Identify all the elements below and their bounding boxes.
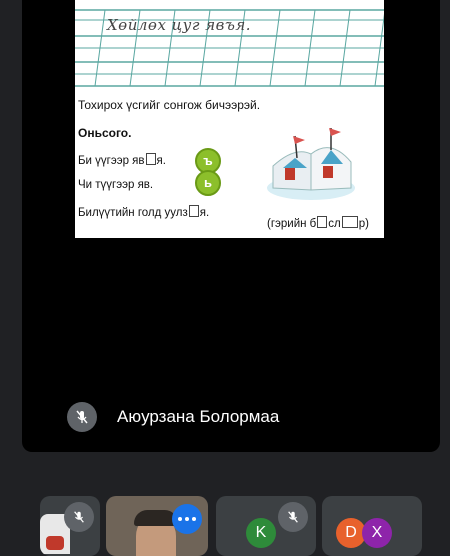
mic-off-icon [67,402,97,432]
participant-name: Аюурзана Болормаа [117,407,280,426]
letter-ball-soft-sign: ь [195,170,221,196]
main-video-tile[interactable]: Хөйлөх цуг явъя. Тохирох үсгийг сонгож б… [22,0,440,452]
ruled-lines [75,0,386,88]
participant-name-bar: Аюурзана Болормаа [67,402,279,432]
caption-start: (гэрийн б [267,218,317,230]
sentence-1-end: я. [156,155,166,167]
avatar: X [362,518,392,548]
participant-thumbnail[interactable]: D X [322,496,422,556]
sentence-3-end: я. [199,207,210,219]
participant-thumbnail[interactable] [40,496,100,556]
blank-box [188,205,199,217]
blank-box [341,216,358,228]
video-fragment-red [46,536,64,550]
ger-caption: (гэрийн б сл р) [267,216,369,230]
example-title: Оньсого. [78,126,132,140]
avatar: K [246,518,276,548]
caption-middle: сл [328,218,341,230]
blank-box [145,153,156,165]
participant-thumbnail[interactable]: K [216,496,316,556]
sentence-1: Би үүгээр яв я. [78,153,166,167]
mic-off-icon [64,502,94,532]
mic-off-icon [278,502,308,532]
participant-video-thumbnail[interactable] [106,496,208,556]
sentence-3: Билүүтийн голд уулз я. [78,205,209,219]
more-options-icon[interactable] [172,504,202,534]
sentence-2: Чи түүгээр яв. [78,179,154,191]
sentence-3-start: Билүүтийн голд уулз [78,207,188,219]
handwriting-lines: Хөйлөх цуг явъя. [75,0,386,88]
caption-end: р) [358,218,369,230]
sentence-1-start: Би үүгээр яв [78,155,145,167]
blank-box [317,216,328,228]
ger-illustration [267,128,355,200]
instruction-text: Тохирох үсгийг сонгож бичээрэй. [78,98,261,112]
shared-slide: Хөйлөх цуг явъя. Тохирох үсгийг сонгож б… [75,0,386,238]
handwriting-text: Хөйлөх цуг явъя. [107,16,252,34]
